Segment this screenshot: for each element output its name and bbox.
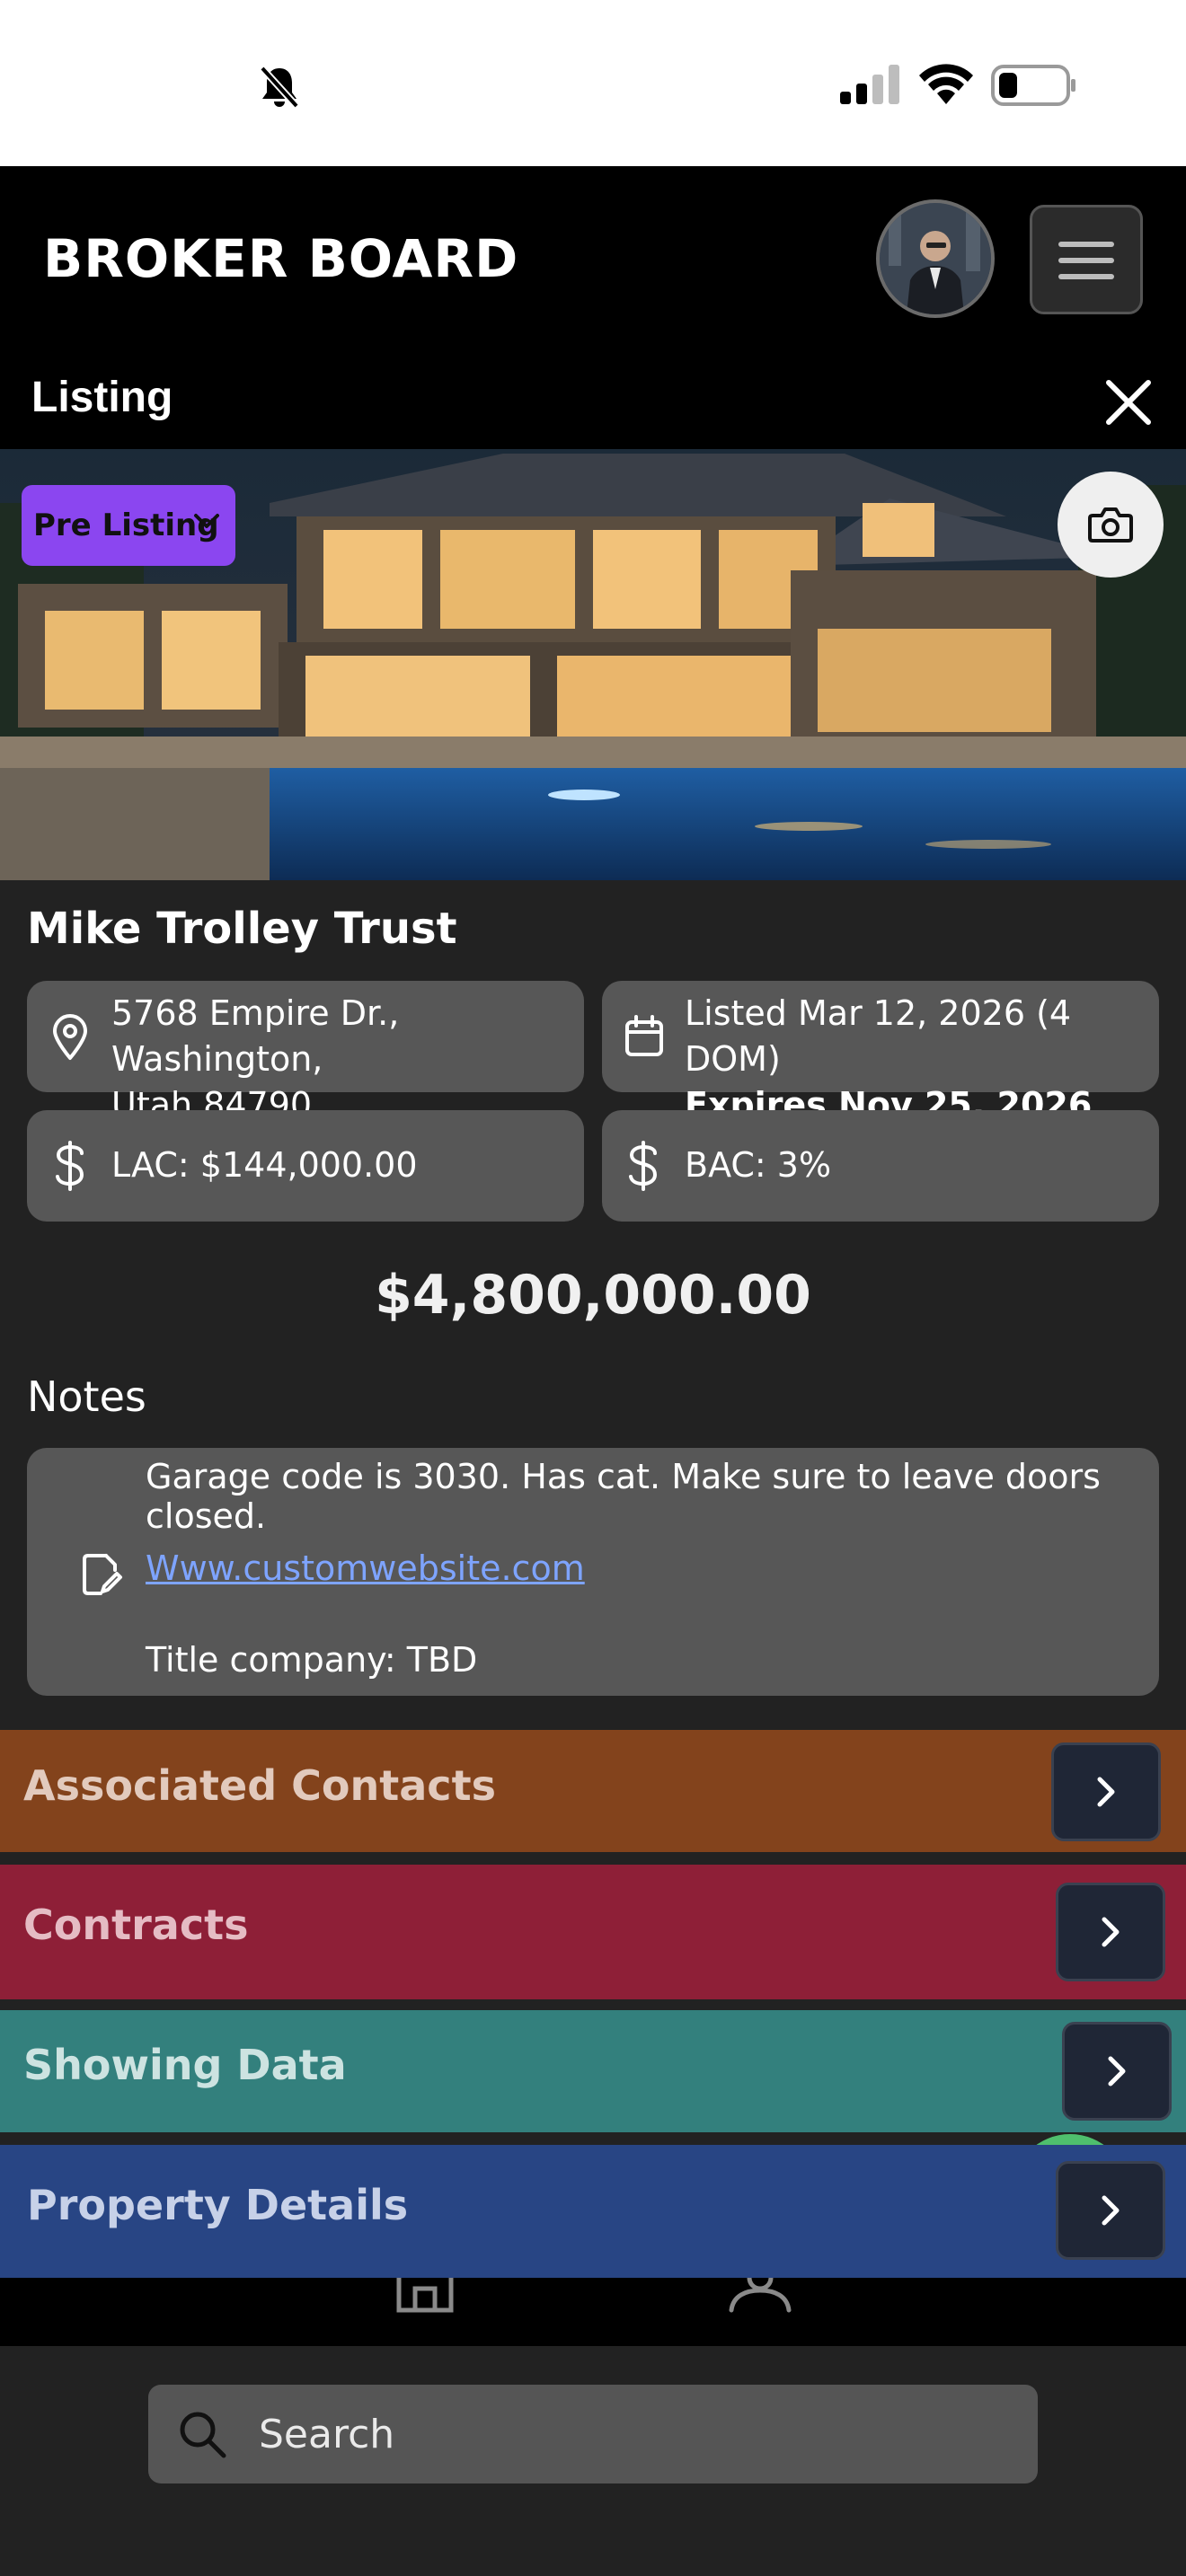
dollar-icon [629,1141,658,1191]
search-placeholder: Search [259,2412,395,2457]
battery-icon [991,65,1075,106]
bac-card[interactable]: BAC: 3% [602,1110,1159,1222]
menu-icon-bar [1058,242,1114,247]
section-label: Property Details [27,2181,409,2229]
dates-card[interactable]: Listed Mar 12, 2026 (4 DOM) Expires Nov … [602,981,1159,1125]
section-property-details[interactable]: Property Details [0,2145,1186,2278]
note-text: Title company: TBD [146,1640,478,1680]
chevron-right-icon [1102,2195,1120,2226]
section-label: Associated Contacts [23,1761,496,1810]
open-associated-contacts-button[interactable] [1051,1742,1161,1841]
search-icon [180,2412,226,2458]
lac-card[interactable]: LAC: $144,000.00 [27,1110,584,1222]
chevron-down-icon [194,514,219,528]
menu-button[interactable] [1030,205,1143,314]
avatar-portrait [880,203,991,314]
notes-heading: Notes [27,1372,146,1421]
section-associated-contacts[interactable]: Associated Contacts [0,1730,1186,1852]
calendar-icon [625,1015,663,1056]
listing-status-dropdown[interactable]: Pre Listing [22,485,235,566]
chevron-right-icon [1108,2056,1126,2086]
location-pin-icon [53,1014,87,1060]
listing-status-label: Pre Listing [33,507,219,543]
camera-button[interactable] [1058,472,1164,578]
panel-title: Listing [31,374,173,421]
menu-icon-bar [1058,258,1114,263]
status-time: 8:07 [148,56,270,114]
wifi-icon [919,64,973,104]
address-line1: 5768 Empire Dr., Washington, [111,993,400,1079]
listing-price: $4,800,000.00 [375,1264,811,1327]
contacts-icon[interactable] [724,2278,796,2314]
note-link[interactable]: Www.customwebsite.com [146,1548,585,1588]
open-showing-data-button[interactable] [1062,2022,1172,2121]
bac-value: BAC: 3% [685,1145,832,1185]
home-icon[interactable] [394,2278,456,2314]
listed-date: Listed Mar 12, 2026 (4 DOM) [685,993,1072,1079]
open-contracts-button[interactable] [1056,1883,1165,1981]
avatar[interactable] [876,199,995,318]
note-text: Garage code is 3030. Has cat. Make sure … [146,1457,1101,1536]
lac-value: LAC: $144,000.00 [111,1145,418,1185]
owner-name: Mike Trolley Trust [27,904,457,954]
section-contracts[interactable]: Contracts [0,1865,1186,1999]
close-icon[interactable] [1103,377,1154,428]
section-showing-data[interactable]: Showing Data [0,2010,1186,2132]
open-property-details-button[interactable] [1056,2161,1165,2260]
bell-slash-icon [260,66,299,109]
search-field[interactable]: Search [148,2385,1038,2483]
tab-bar [0,2278,1186,2346]
section-label: Contracts [23,1901,249,1949]
dollar-icon [56,1141,84,1191]
edit-note-icon[interactable] [79,1550,124,1597]
app-header [0,166,1186,449]
section-label: Showing Data [23,2041,347,2089]
chevron-right-icon [1102,1917,1120,1947]
menu-icon-bar [1058,274,1114,279]
address-card[interactable]: 5768 Empire Dr., Washington, Utah 84790 [27,981,584,1125]
signal-icon [840,65,899,104]
camera-icon [1088,507,1133,543]
chevron-right-icon [1097,1777,1115,1807]
brand-title: BROKER BOARD [43,228,519,289]
